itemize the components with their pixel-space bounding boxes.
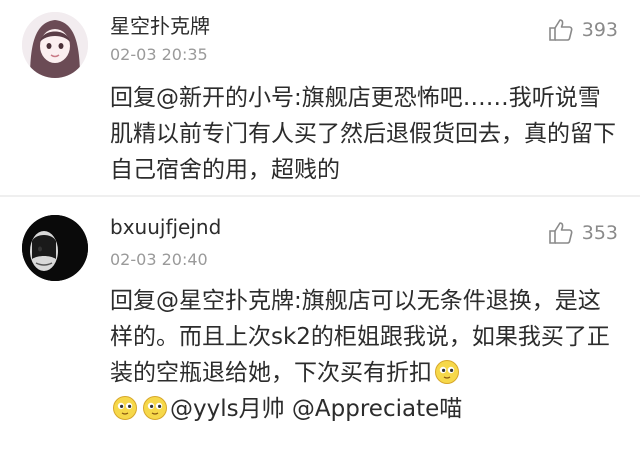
timestamp: 02-03 20:40: [110, 250, 208, 269]
username[interactable]: 星空扑克牌: [110, 10, 210, 39]
comment-text: 回复@星空扑克牌:旗舰店可以无条件退换，是这样的。而且上次sk2的柜姐跟我说，如…: [110, 283, 620, 427]
comment-item: bxuujfjejnd 02-03 20:40 353 回复@星空扑克牌:旗舰店…: [0, 197, 640, 453]
emoji-face-icon: [434, 359, 460, 385]
timestamp: 02-03 20:35: [110, 45, 208, 64]
comment-text-part: 回复@星空扑克牌:旗舰店可以无条件退换，是这样的。而且上次sk2的柜姐跟我说，如…: [110, 288, 610, 386]
avatar[interactable]: [22, 215, 88, 281]
username[interactable]: bxuujfjejnd: [110, 215, 221, 239]
thumbs-up-icon: [548, 18, 574, 42]
emoji-face-icon: [112, 395, 138, 421]
like-button[interactable]: 353: [548, 221, 618, 245]
like-button[interactable]: 393: [548, 18, 618, 42]
comment-text: 回复@新开的小号:旗舰店更恐怖吧……我听说雪肌精以前专门有人买了然后退假货回去，…: [110, 85, 616, 183]
mention-links[interactable]: @yyls月帅 @Appreciate喵: [170, 396, 462, 422]
comment-item: 星空扑克牌 02-03 20:35 393 回复@新开的小号:旗舰店更恐怖吧………: [0, 0, 640, 195]
thumbs-up-icon: [548, 221, 574, 245]
like-count: 353: [581, 222, 618, 244]
avatar[interactable]: [22, 12, 88, 78]
emoji-face-icon: [142, 395, 168, 421]
like-count: 393: [581, 19, 618, 41]
